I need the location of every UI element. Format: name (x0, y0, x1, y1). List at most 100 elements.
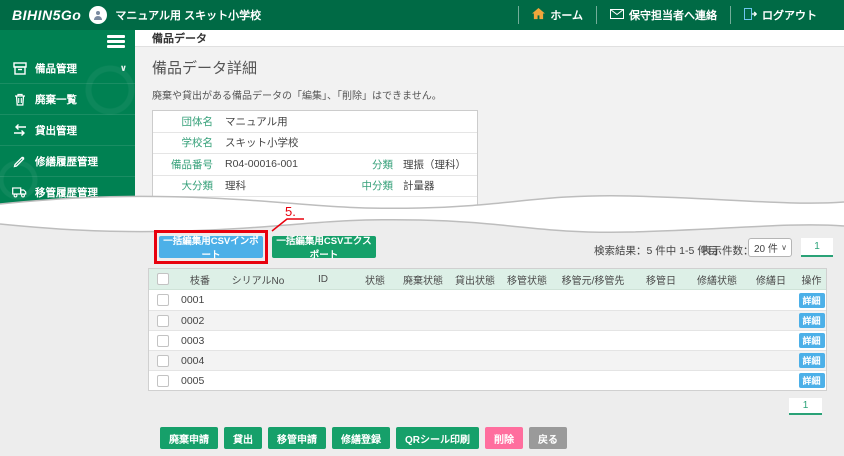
sidebar-item-equipment[interactable]: 備品管理 ∨ (0, 53, 135, 84)
col-header-edaban: 枝番 (177, 272, 223, 287)
lend-button[interactable]: 貸出 (224, 427, 262, 449)
app-logo: BIHIN5Go (12, 7, 81, 23)
edaban-value: 0003 (177, 335, 223, 347)
row-checkbox[interactable] (157, 294, 169, 306)
row-checkbox[interactable] (157, 375, 169, 387)
per-page-select[interactable]: 20 件 ∨ (748, 238, 792, 257)
sidebar-item-cutoff[interactable] (0, 208, 135, 233)
table-header-row: 枝番 シリアルNo ID 状態 廃棄状態 貸出状態 移管状態 移管元/移管先 移… (149, 269, 826, 290)
col-header-transfer-date: 移管日 (633, 272, 689, 287)
sidebar-item-disposal-list[interactable]: 廃棄一覧 (0, 84, 135, 115)
row-checkbox[interactable] (157, 315, 169, 327)
branch-items-table: 枝番 シリアルNo ID 状態 廃棄状態 貸出状態 移管状態 移管元/移管先 移… (148, 268, 827, 391)
box-icon (12, 61, 27, 76)
field-value: 理科 (225, 178, 353, 193)
sidebar-item-lending[interactable]: 貸出管理 (0, 115, 135, 146)
brand: BIHIN5Go マニュアル用 スキット小学校 (12, 6, 261, 24)
trash-icon (12, 92, 27, 107)
qr-seal-print-button[interactable]: QRシール印刷 (396, 427, 479, 449)
field-label: 中分類 (353, 178, 403, 193)
detail-button[interactable]: 詳細 (799, 293, 825, 308)
app-window: BIHIN5Go マニュアル用 スキット小学校 ホーム 保守担当 (0, 0, 844, 456)
detail-row-organization: 団体名 マニュアル用 (153, 111, 477, 133)
col-header-lending: 貸出状態 (449, 272, 501, 287)
pagination-page-1-bottom[interactable]: 1 (789, 398, 822, 415)
row-checkbox[interactable] (157, 355, 169, 367)
mail-icon (610, 9, 624, 22)
detail-row-minor-category: 小分類 重さ測定用具 (153, 197, 477, 219)
sidebar-item-label: 移管履歴管理 (35, 185, 127, 200)
detail-button[interactable]: 詳細 (799, 353, 825, 368)
field-value: マニュアル用 (225, 114, 353, 129)
delete-button[interactable]: 削除 (485, 427, 523, 449)
disposal-request-button[interactable]: 廃棄申請 (160, 427, 218, 449)
breadcrumb: 備品データ (152, 30, 207, 46)
equipment-detail-card: 団体名 マニュアル用 学校名 スキット小学校 備品番号 R04-00016-00… (152, 110, 478, 233)
detail-row-cutoff (153, 219, 477, 234)
top-nav: ホーム 保守担当者へ連絡 ログアウト (518, 0, 830, 30)
table-row: 0003 詳細 (149, 330, 826, 350)
field-value: 重さ測定用具 (225, 200, 353, 215)
sidebar-item-label: 廃棄一覧 (35, 92, 127, 107)
field-label: 小分類 (153, 200, 225, 215)
top-header: BIHIN5Go マニュアル用 スキット小学校 ホーム 保守担当 (0, 0, 844, 30)
detail-button[interactable]: 詳細 (799, 333, 825, 348)
detail-button[interactable]: 詳細 (799, 313, 825, 328)
col-header-disposal: 廃棄状態 (397, 272, 449, 287)
row-checkbox[interactable] (157, 335, 169, 347)
col-header-repair-status: 修繕状態 (689, 272, 745, 287)
nav-home[interactable]: ホーム (518, 6, 596, 24)
col-header-status: 状態 (353, 272, 397, 287)
nav-logout[interactable]: ログアウト (730, 6, 830, 24)
nav-contact-maintenance[interactable]: 保守担当者へ連絡 (596, 6, 730, 24)
chevron-down-icon: ∨ (120, 63, 127, 74)
sidebar: 備品管理 ∨ 廃棄一覧 貸出管理 (0, 30, 135, 233)
nav-logout-label: ログアウト (762, 7, 817, 23)
pagination-page-1-top[interactable]: 1 (801, 238, 833, 257)
detail-row-equipment-number: 備品番号 R04-00016-001 分類 理振（理科） (153, 154, 477, 176)
detail-row-school: 学校名 スキット小学校 (153, 133, 477, 155)
home-icon (532, 8, 545, 23)
csv-import-button[interactable]: 一括編集用CSVインポート (159, 236, 263, 258)
logout-icon (744, 8, 757, 23)
detail-button[interactable]: 詳細 (799, 373, 825, 388)
action-button-bar: 廃棄申請 貸出 移管申請 修繕登録 QRシール印刷 削除 戻る (160, 427, 567, 449)
col-header-transfer-from-to: 移管元/移管先 (553, 272, 633, 287)
sidebar-item-label: 貸出管理 (35, 123, 127, 138)
field-value: スキット小学校 (225, 135, 353, 150)
sidebar-item-repair-history[interactable]: 修繕履歴管理 (0, 146, 135, 177)
hamburger-menu-icon[interactable] (107, 35, 125, 48)
csv-export-button[interactable]: 一括編集用CSVエクスポート (272, 236, 376, 258)
field-label: 学校名 (153, 135, 225, 150)
field-label: 分類 (353, 157, 403, 172)
repair-register-button[interactable]: 修繕登録 (332, 427, 390, 449)
edaban-value: 0004 (177, 355, 223, 367)
select-all-checkbox[interactable] (157, 273, 169, 285)
sidebar-nav: 備品管理 ∨ 廃棄一覧 貸出管理 (0, 53, 135, 233)
back-button[interactable]: 戻る (529, 427, 567, 449)
field-value: R04-00016-001 (225, 158, 353, 170)
organization-name: マニュアル用 スキット小学校 (115, 7, 261, 23)
field-value: 理振（理科） (403, 157, 477, 172)
sidebar-item-label: 修繕履歴管理 (35, 154, 127, 169)
field-label: 備品番号 (153, 157, 225, 172)
field-label: 団体名 (153, 114, 225, 129)
breadcrumb-bar: 備品データ (135, 30, 844, 47)
document-icon (12, 216, 27, 231)
content-area: 備品データ詳細 廃棄や貸出がある備品データの「編集」、「削除」はできません。 団… (135, 47, 844, 233)
detail-row-major-category: 大分類 理科 中分類 計量器 (153, 176, 477, 198)
transfer-request-button[interactable]: 移管申請 (268, 427, 326, 449)
nav-contact-label: 保守担当者へ連絡 (629, 7, 717, 23)
truck-icon (12, 185, 27, 200)
table-row: 0005 詳細 (149, 370, 826, 390)
sidebar-item-transfer-history[interactable]: 移管履歴管理 (0, 177, 135, 208)
edaban-value: 0005 (177, 375, 223, 387)
col-header-id: ID (293, 274, 353, 285)
sidebar-item-label: 備品管理 (35, 61, 112, 76)
per-page-label: 表示件数： (701, 243, 754, 258)
field-label: 大分類 (153, 178, 225, 193)
wrench-icon (12, 154, 27, 169)
field-value: 計量器 (403, 178, 477, 193)
edit-restriction-note: 廃棄や貸出がある備品データの「編集」、「削除」はできません。 (152, 87, 844, 102)
search-result-count: 検索結果：5 件中 1-5 件目 (594, 243, 718, 258)
